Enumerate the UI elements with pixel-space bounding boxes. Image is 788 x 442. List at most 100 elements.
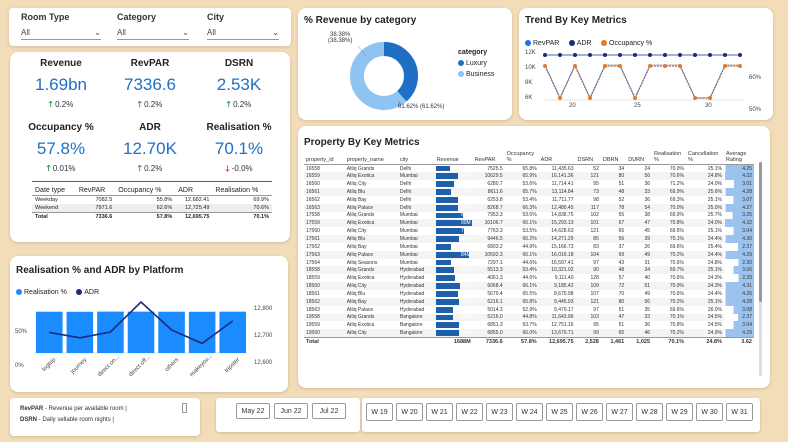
table-row: Weekend 7971.6 62.6% 12,725.49 70.6% — [32, 204, 272, 213]
month-slicer: May 22 Jun 22 Jul 22 — [216, 398, 360, 432]
property-title: Property By Key Metrics — [304, 137, 420, 148]
revenue-bar — [435, 283, 460, 289]
table-row[interactable]: 16559 Atliq Exotica Mumbai 56M 10629.5 65.9% 1… — [304, 172, 754, 181]
week-button[interactable]: W 28 — [636, 403, 663, 421]
month-button-may[interactable]: May 22 — [236, 403, 270, 419]
week-button[interactable]: W 24 — [516, 403, 543, 421]
platform-chart-card: Realisation % and ADR by Platform Realis… — [10, 256, 288, 392]
platform-bar — [127, 311, 155, 353]
table-row[interactable]: 16562 Atliq Bay Delhi 56M 6253.8 53.4% 11,711.… — [304, 195, 754, 204]
slicer-room-type[interactable]: Room Type All ⌄ — [21, 12, 101, 40]
revenue-bar — [435, 314, 453, 321]
revenue-bar — [435, 275, 455, 282]
table-row[interactable]: 18562 Atliq Bay Hyderabad 58M 6216.1 65.8% 9,4… — [304, 297, 754, 306]
notes-card: RevPAR - Revenue per available room | DS… — [10, 398, 200, 436]
table-row[interactable]: 17564 Atliq Seasons Mumbai 38M 7297.1 44.6% 16… — [304, 258, 754, 267]
week-button[interactable]: W 25 — [546, 403, 573, 421]
table-row[interactable]: 18559 Atliq Exotica Hyderabad 47M 4061.3 44.6… — [304, 274, 754, 283]
revenue-bar — [435, 212, 463, 219]
kpi-panel: Revenue 1.69bn 🡑 0.2% RevPAR 7336.6 🡑 0.… — [10, 52, 290, 242]
table-row[interactable]: 17562 Atliq Bay Mumbai 39M 6803.2 44.9% 15,166… — [304, 242, 754, 251]
arrow-up-icon: 🡑 — [226, 100, 231, 109]
arrow-up-icon: 🡑 — [48, 100, 53, 109]
revenue-bar — [435, 181, 455, 188]
table-row[interactable]: 16561 Atliq Blu Delhi 37M 8611.6 65.7% 13,114.… — [304, 188, 754, 196]
slicer-category[interactable]: Category All ⌄ — [117, 12, 189, 40]
table-row[interactable]: 17560 Atliq City Mumbai 71M 7763.3 53.5% 14,62… — [304, 227, 754, 236]
table-row[interactable]: 19560 Atliq City Bangalore 59M 6855.0 66.0% 13… — [304, 329, 754, 338]
date-type-table: Date type RevPAR Occupancy % ADR Realisa… — [32, 186, 272, 221]
kpi-revenue: Revenue 1.69bn 🡑 0.2% — [35, 58, 87, 109]
trend-card: Trend By Key Metrics RevPAR ADR Occupanc… — [519, 8, 773, 120]
week-button[interactable]: W 29 — [666, 403, 693, 421]
kpi-realisation: Realisation % 70.1% 🡓 -0.0% — [206, 122, 272, 173]
table-row[interactable]: 16558 Atliq Grands Delhi 36M 7525.5 65.8% 11,4… — [304, 164, 754, 173]
revenue-bar — [435, 236, 459, 242]
week-button[interactable]: W 26 — [576, 403, 603, 421]
platform-bar — [36, 311, 63, 353]
month-button-jun[interactable]: Jun 22 — [274, 403, 308, 419]
chevron-down-icon: ⌄ — [272, 28, 279, 37]
legend-item-business[interactable]: Business — [458, 71, 494, 78]
week-button[interactable]: W 22 — [456, 403, 483, 421]
notes-scrollbar[interactable] — [182, 403, 187, 413]
donut-label-luxury: 38.38% (38.38%) — [328, 32, 353, 44]
kpi-revpar: RevPAR 7336.6 🡑 0.2% — [124, 58, 176, 109]
property-table: property_id property_name city Revenue R… — [304, 150, 754, 348]
legend-marker — [458, 60, 464, 67]
donut-legend: category Luxury Business — [458, 49, 495, 78]
table-row[interactable]: 16560 Atliq City Delhi 46M 6280.7 53.6% 11,714… — [304, 180, 754, 189]
table-row[interactable]: 16563 Atliq Palace Delhi 56M 8268.7 66.3% 12,4… — [304, 203, 754, 212]
table-total-row: Total 1688M 7336.6 57.8% 12,695.75 2,528… — [304, 336, 754, 348]
property-card: Property By Key Metrics property_id prop… — [298, 126, 770, 388]
table-row[interactable]: 17558 Atliq Grands Mumbai 68M 7953.3 53.6% 14,… — [304, 211, 754, 220]
divider — [32, 181, 272, 182]
table-row[interactable]: 19558 Atliq Grands Bangalore 43M 5216.0 44.8%… — [304, 313, 754, 322]
platform-bar — [66, 311, 94, 353]
table-row[interactable]: 18558 Atliq Grands Hyderabad 46M 5513.3 53.4%… — [304, 266, 754, 275]
revenue-bar — [435, 298, 459, 305]
chevron-down-icon: ⌄ — [94, 28, 101, 37]
legend-marker — [458, 71, 464, 78]
table-scrollbar[interactable] — [759, 162, 762, 376]
arrow-down-icon: 🡓 — [225, 164, 230, 173]
revenue-bar — [435, 330, 460, 336]
legend-item-luxury[interactable]: Luxury — [458, 60, 494, 67]
table-row[interactable]: 18560 Atliq City Hyderabad 60M 6068.4 66.1% 9,… — [304, 282, 754, 290]
table-row[interactable]: 18563 Atliq Palace Hyderabad 44M 5014.3 52.9%… — [304, 305, 754, 314]
trend-line-revpar — [544, 64, 740, 99]
room-type-dropdown[interactable]: All ⌄ — [21, 26, 101, 40]
week-slicer: W 19 W 20 W 21 W 22 W 23 W 24 W 25 W 26 W 27 W 28… — [362, 398, 760, 432]
week-button[interactable]: W 21 — [426, 403, 453, 421]
slicer-label: Room Type — [21, 12, 70, 22]
revenue-bar — [435, 173, 459, 180]
revenue-by-category-card: % Revenue by category 38.38% (38.38%) 61.… — [298, 8, 512, 120]
revenue-bar — [435, 243, 452, 250]
revenue-bar — [435, 189, 451, 195]
table-row[interactable]: 18561 Atliq Blu Hyderabad 55M 5679.4 65.5% 8,6… — [304, 290, 754, 298]
week-button[interactable]: W 19 — [366, 403, 393, 421]
arrow-up-icon: 🡑 — [46, 164, 51, 173]
table-row[interactable]: 17559 Atliq Exotica Mumbai 90M 10106.7 66.1% 1… — [304, 219, 754, 228]
revenue-bar — [435, 267, 455, 274]
city-dropdown[interactable]: All ⌄ — [207, 26, 279, 40]
revenue-bar — [435, 291, 458, 297]
week-button[interactable]: W 30 — [696, 403, 723, 421]
table-row[interactable]: 17563 Atliq Palace Mumbai 84M 10592.3 66.1% 16… — [304, 250, 754, 259]
donut-label-business: 61.62% (61.62%) — [398, 104, 445, 110]
week-button[interactable]: W 27 — [606, 403, 633, 421]
slicer-city[interactable]: City All ⌄ — [207, 12, 279, 40]
category-dropdown[interactable]: All ⌄ — [117, 26, 189, 40]
table-row[interactable]: 17561 Atliq Blu Mumbai 58M 9446.5 66.2% 14,271… — [304, 235, 754, 243]
kpi-adr: ADR 12.70K 🡑 0.2% — [123, 122, 177, 173]
slicer-panel: Room Type All ⌄ Category All ⌄ City All ⌄ — [9, 8, 291, 46]
week-button[interactable]: W 31 — [726, 403, 753, 421]
table-total-row: Total 7336.6 57.8% 12,695.75 70.1% — [32, 212, 272, 221]
platform-chart — [34, 300, 248, 354]
slicer-label: City — [207, 12, 225, 22]
table-row[interactable]: 19559 Atliq Exotica Bangalore 59M 6851.3 53.7… — [304, 321, 754, 330]
arrow-up-icon: 🡑 — [137, 164, 142, 173]
week-button[interactable]: W 20 — [396, 403, 423, 421]
week-button[interactable]: W 23 — [486, 403, 513, 421]
month-button-jul[interactable]: Jul 22 — [312, 403, 346, 419]
